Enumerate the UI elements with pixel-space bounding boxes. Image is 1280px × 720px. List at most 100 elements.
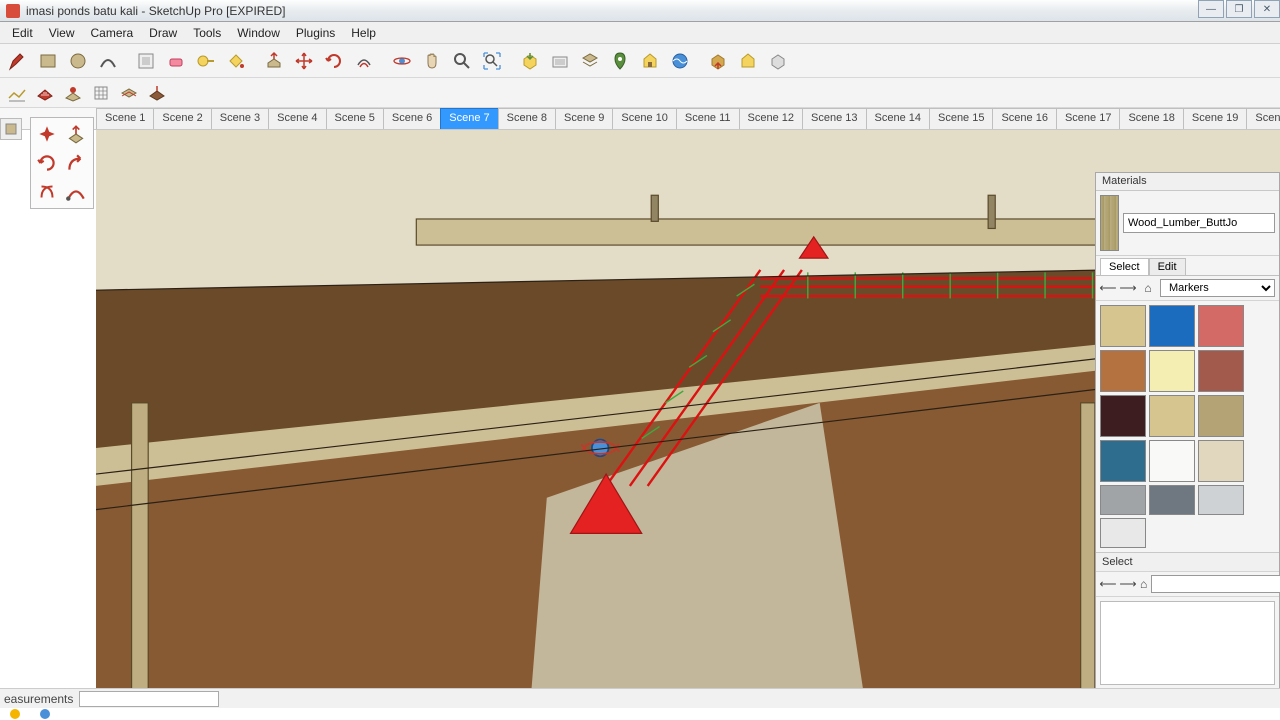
menu-plugins[interactable]: Plugins xyxy=(288,24,343,42)
scene-tab[interactable]: Scene 20 xyxy=(1246,108,1280,129)
menu-help[interactable]: Help xyxy=(343,24,384,42)
scene-tab[interactable]: Scene 19 xyxy=(1183,108,1247,129)
geolocation-icon[interactable] xyxy=(606,47,634,75)
sandbox-smoove-icon[interactable] xyxy=(60,80,86,106)
material-swatch[interactable] xyxy=(1100,440,1146,482)
scene-tab[interactable]: Scene 14 xyxy=(866,108,930,129)
menu-view[interactable]: View xyxy=(41,24,83,42)
zoom-extents-icon[interactable] xyxy=(478,47,506,75)
nav-forward-icon-2[interactable]: ⟶ xyxy=(1120,576,1136,592)
plugin-extrude-icon[interactable] xyxy=(62,120,90,148)
menu-tools[interactable]: Tools xyxy=(185,24,229,42)
scene-tab[interactable]: Scene 11 xyxy=(676,108,740,129)
scene-tab[interactable]: Scene 8 xyxy=(498,108,556,129)
material-swatch[interactable] xyxy=(1198,485,1244,515)
scene-tab[interactable]: Scene 4 xyxy=(268,108,326,129)
scene-tab[interactable]: Scene 10 xyxy=(612,108,676,129)
material-swatch[interactable] xyxy=(1149,350,1195,392)
maximize-button[interactable]: ❐ xyxy=(1226,0,1252,18)
rotate-tool-icon[interactable] xyxy=(320,47,348,75)
minimize-button[interactable]: — xyxy=(1198,0,1224,18)
nav-forward-icon[interactable]: ⟶ xyxy=(1120,280,1136,296)
menu-edit[interactable]: Edit xyxy=(4,24,41,42)
plugin-explode-icon[interactable] xyxy=(33,120,61,148)
scene-tab[interactable]: Scene 17 xyxy=(1056,108,1120,129)
scene-tab[interactable]: Scene 13 xyxy=(802,108,866,129)
nav-back-icon-2[interactable]: ⟵ xyxy=(1100,576,1116,592)
sandbox-contours-icon[interactable] xyxy=(4,80,30,106)
scene-tab[interactable]: Scene 7 xyxy=(440,108,498,129)
nav-home-icon[interactable]: ⌂ xyxy=(1140,280,1156,296)
materials-tab-select[interactable]: Select xyxy=(1100,258,1149,275)
orbit-tool-icon[interactable] xyxy=(388,47,416,75)
menu-camera[interactable]: Camera xyxy=(82,24,141,42)
sandbox-stamp-icon[interactable] xyxy=(88,80,114,106)
material-library-select[interactable]: Markers xyxy=(1160,279,1275,297)
pencil-tool-icon[interactable] xyxy=(4,47,32,75)
material-swatch[interactable] xyxy=(1100,350,1146,392)
material-secondary-input[interactable] xyxy=(1151,575,1280,593)
building-maker-icon[interactable] xyxy=(636,47,664,75)
rectangle-tool-icon[interactable] xyxy=(34,47,62,75)
zoom-tool-icon[interactable] xyxy=(448,47,476,75)
scene-tab[interactable]: Scene 18 xyxy=(1119,108,1183,129)
material-swatch[interactable] xyxy=(1198,350,1244,392)
menu-draw[interactable]: Draw xyxy=(141,24,185,42)
plugin-path-icon[interactable] xyxy=(62,178,90,206)
materials-inmodel-pane[interactable] xyxy=(1100,601,1275,685)
paint-bucket-icon[interactable] xyxy=(222,47,250,75)
scene-tab[interactable]: Scene 15 xyxy=(929,108,993,129)
layers-icon[interactable] xyxy=(576,47,604,75)
nav-home-icon-2[interactable]: ⌂ xyxy=(1140,576,1147,592)
pushpull-tool-icon[interactable] xyxy=(260,47,288,75)
plugin-bend-icon[interactable] xyxy=(62,149,90,177)
sandbox-scratch-icon[interactable] xyxy=(32,80,58,106)
arc-tool-icon[interactable] xyxy=(94,47,122,75)
scene-tab[interactable]: Scene 3 xyxy=(211,108,269,129)
material-swatch[interactable] xyxy=(1100,485,1146,515)
sandbox-flip-icon[interactable] xyxy=(144,80,170,106)
make-component-icon[interactable] xyxy=(132,47,160,75)
close-button[interactable]: ✕ xyxy=(1254,0,1280,18)
material-swatch[interactable] xyxy=(1198,395,1244,437)
warehouse-download-icon[interactable] xyxy=(734,47,762,75)
material-swatch[interactable] xyxy=(1149,395,1195,437)
material-swatch[interactable] xyxy=(1149,305,1195,347)
menu-window[interactable]: Window xyxy=(229,24,288,42)
offset-tool-icon[interactable] xyxy=(350,47,378,75)
plugin-twist-icon[interactable] xyxy=(33,178,61,206)
scene-tab[interactable]: Scene 16 xyxy=(992,108,1056,129)
get-models-icon[interactable] xyxy=(516,47,544,75)
material-swatch[interactable] xyxy=(1100,395,1146,437)
share-model-icon[interactable] xyxy=(546,47,574,75)
material-swatch[interactable] xyxy=(1198,440,1244,482)
scene-tab[interactable]: Scene 12 xyxy=(739,108,803,129)
scene-tab[interactable]: Scene 6 xyxy=(383,108,441,129)
material-swatch[interactable] xyxy=(1198,305,1244,347)
material-preview[interactable] xyxy=(1100,195,1119,251)
circle-tool-icon[interactable] xyxy=(64,47,92,75)
material-swatch[interactable] xyxy=(1149,485,1195,515)
eraser-tool-icon[interactable] xyxy=(162,47,190,75)
toolbar-grip-icon[interactable] xyxy=(0,118,22,140)
export-icon[interactable] xyxy=(764,47,792,75)
materials-tab-edit[interactable]: Edit xyxy=(1149,258,1186,275)
pan-tool-icon[interactable] xyxy=(418,47,446,75)
tape-measure-icon[interactable] xyxy=(192,47,220,75)
materials-panel-title: Materials xyxy=(1096,173,1279,191)
material-name-input[interactable] xyxy=(1123,213,1275,233)
google-earth-icon[interactable] xyxy=(666,47,694,75)
move-tool-icon[interactable] xyxy=(290,47,318,75)
scene-tab[interactable]: Scene 5 xyxy=(326,108,384,129)
warehouse-upload-icon[interactable] xyxy=(704,47,732,75)
scene-tab[interactable]: Scene 9 xyxy=(555,108,613,129)
plugin-rotate-icon[interactable] xyxy=(33,149,61,177)
nav-back-icon[interactable]: ⟵ xyxy=(1100,280,1116,296)
material-swatch[interactable] xyxy=(1100,305,1146,347)
sandbox-drape-icon[interactable] xyxy=(116,80,142,106)
scene-tab[interactable]: Scene 2 xyxy=(153,108,211,129)
material-swatch[interactable] xyxy=(1100,518,1146,548)
material-swatch[interactable] xyxy=(1149,440,1195,482)
measurements-input[interactable] xyxy=(79,691,219,707)
scene-tab[interactable]: Scene 1 xyxy=(96,108,154,129)
